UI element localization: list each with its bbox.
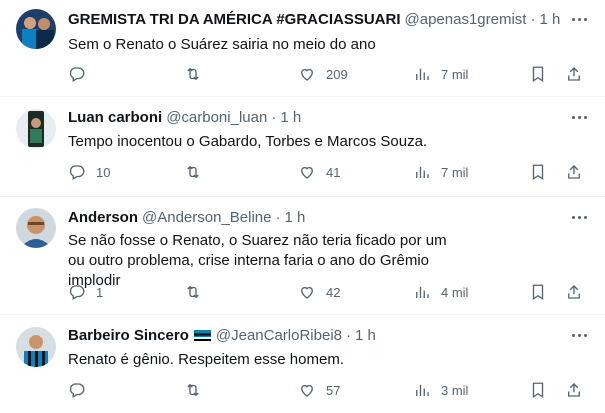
like-count: 42: [326, 284, 341, 300]
reply-button[interactable]: 10: [68, 162, 110, 182]
views-icon: [416, 286, 429, 298]
like-button[interactable]: 209: [298, 64, 348, 84]
views-button[interactable]: 4 mil: [413, 282, 468, 302]
timestamp[interactable]: 1 h: [280, 109, 301, 126]
tweet-actions: 10 41 7 mil: [0, 162, 605, 182]
reply-count: 1: [96, 284, 104, 300]
gremio-flag-icon: [193, 329, 211, 341]
reply-button[interactable]: [68, 380, 96, 400]
bookmark-button[interactable]: [529, 64, 547, 84]
separator-dot: ·: [271, 108, 277, 126]
tweet-text: Renato é gênio. Respeitem esse homem.: [68, 351, 344, 368]
tweet-card[interactable]: Anderson @Anderson_Beline · 1 h Se não f…: [0, 197, 605, 315]
reply-button[interactable]: 1: [68, 282, 103, 302]
share-icon: [568, 67, 580, 81]
share-icon: [568, 383, 580, 397]
retweet-icon: [187, 165, 199, 179]
like-button[interactable]: 57: [298, 380, 340, 400]
reply-icon: [69, 383, 85, 398]
heart-icon: [301, 166, 313, 179]
like-button[interactable]: 42: [298, 282, 340, 302]
retweet-icon: [187, 285, 199, 299]
tweet-card[interactable]: Barbeiro Sincero @JeanCarloRibei8 · 1 h …: [0, 315, 605, 413]
views-button[interactable]: 3 mil: [413, 380, 468, 400]
share-icon: [568, 165, 580, 179]
bookmark-button[interactable]: [529, 282, 547, 302]
avatar[interactable]: [16, 9, 56, 49]
like-count: 209: [326, 66, 348, 82]
author-handle[interactable]: @JeanCarloRibei8: [216, 327, 342, 344]
timeline-feed: GREMISTA TRI DA AMÉRICA #GRACIASSUARI @a…: [0, 0, 605, 413]
reply-icon: [69, 285, 85, 300]
share-button[interactable]: [565, 162, 583, 182]
views-count: 4 mil: [441, 284, 469, 300]
author-name[interactable]: Barbeiro Sincero: [68, 327, 189, 344]
reply-icon: [69, 67, 85, 82]
tweet-actions: 57 3 mil: [0, 380, 605, 400]
share-button[interactable]: [565, 282, 583, 302]
author-handle[interactable]: @apenas1gremist: [405, 11, 527, 28]
views-button[interactable]: 7 mil: [413, 162, 468, 182]
views-icon: [416, 68, 429, 80]
retweet-button[interactable]: [184, 162, 212, 182]
heart-icon: [301, 68, 313, 81]
bookmark-icon: [532, 284, 544, 301]
like-count: 41: [326, 164, 341, 180]
views-button[interactable]: 7 mil: [413, 64, 468, 84]
timestamp[interactable]: 1 h: [285, 209, 306, 226]
reply-count: 10: [96, 164, 111, 180]
separator-dot: ·: [275, 208, 281, 226]
timestamp[interactable]: 1 h: [539, 11, 560, 28]
author-name[interactable]: GREMISTA TRI DA AMÉRICA #GRACIASSUARI: [68, 11, 401, 28]
bookmark-button[interactable]: [529, 380, 547, 400]
like-count: 57: [326, 382, 341, 398]
author-handle[interactable]: @Anderson_Beline: [142, 209, 271, 226]
avatar[interactable]: [16, 208, 56, 248]
avatar[interactable]: [16, 327, 56, 367]
reply-button[interactable]: [68, 64, 96, 84]
views-count: 7 mil: [441, 66, 469, 82]
retweet-icon: [187, 383, 199, 397]
more-icon[interactable]: [572, 107, 587, 127]
views-icon: [416, 384, 429, 396]
author-name[interactable]: Luan carboni: [68, 109, 162, 126]
views-icon: [416, 166, 429, 178]
views-count: 7 mil: [441, 164, 469, 180]
author-handle[interactable]: @carboni_luan: [166, 109, 267, 126]
more-icon[interactable]: [572, 207, 587, 227]
share-button[interactable]: [565, 380, 583, 400]
more-icon[interactable]: [572, 9, 587, 29]
heart-icon: [301, 384, 313, 397]
avatar[interactable]: [16, 109, 56, 149]
tweet-text: Tempo inocentou o Gabardo, Torbes e Marc…: [68, 133, 428, 150]
timestamp[interactable]: 1 h: [355, 327, 376, 344]
retweet-button[interactable]: [184, 282, 212, 302]
views-count: 3 mil: [441, 382, 469, 398]
bookmark-icon: [532, 164, 544, 181]
bookmark-button[interactable]: [529, 162, 547, 182]
tweet-text: Sem o Renato o Suárez sairia no meio do …: [68, 36, 376, 53]
author-name[interactable]: Anderson: [68, 209, 138, 226]
tweet-actions: 209 7 mil: [0, 64, 605, 84]
separator-dot: ·: [346, 326, 351, 344]
bookmark-icon: [532, 66, 544, 83]
separator-dot: ·: [530, 10, 536, 28]
reply-icon: [69, 165, 85, 180]
more-icon[interactable]: [572, 325, 587, 345]
share-icon: [568, 285, 580, 299]
retweet-button[interactable]: [184, 380, 212, 400]
share-button[interactable]: [565, 64, 583, 84]
retweet-button[interactable]: [184, 64, 212, 84]
like-button[interactable]: 41: [298, 162, 340, 182]
bookmark-icon: [532, 382, 544, 399]
retweet-icon: [187, 67, 199, 81]
heart-icon: [301, 286, 313, 299]
tweet-card[interactable]: GREMISTA TRI DA AMÉRICA #GRACIASSUARI @a…: [0, 0, 605, 97]
tweet-card[interactable]: Luan carboni @carboni_luan · 1 h Tempo i…: [0, 97, 605, 197]
tweet-actions: 1 42 4 mil: [0, 282, 605, 302]
